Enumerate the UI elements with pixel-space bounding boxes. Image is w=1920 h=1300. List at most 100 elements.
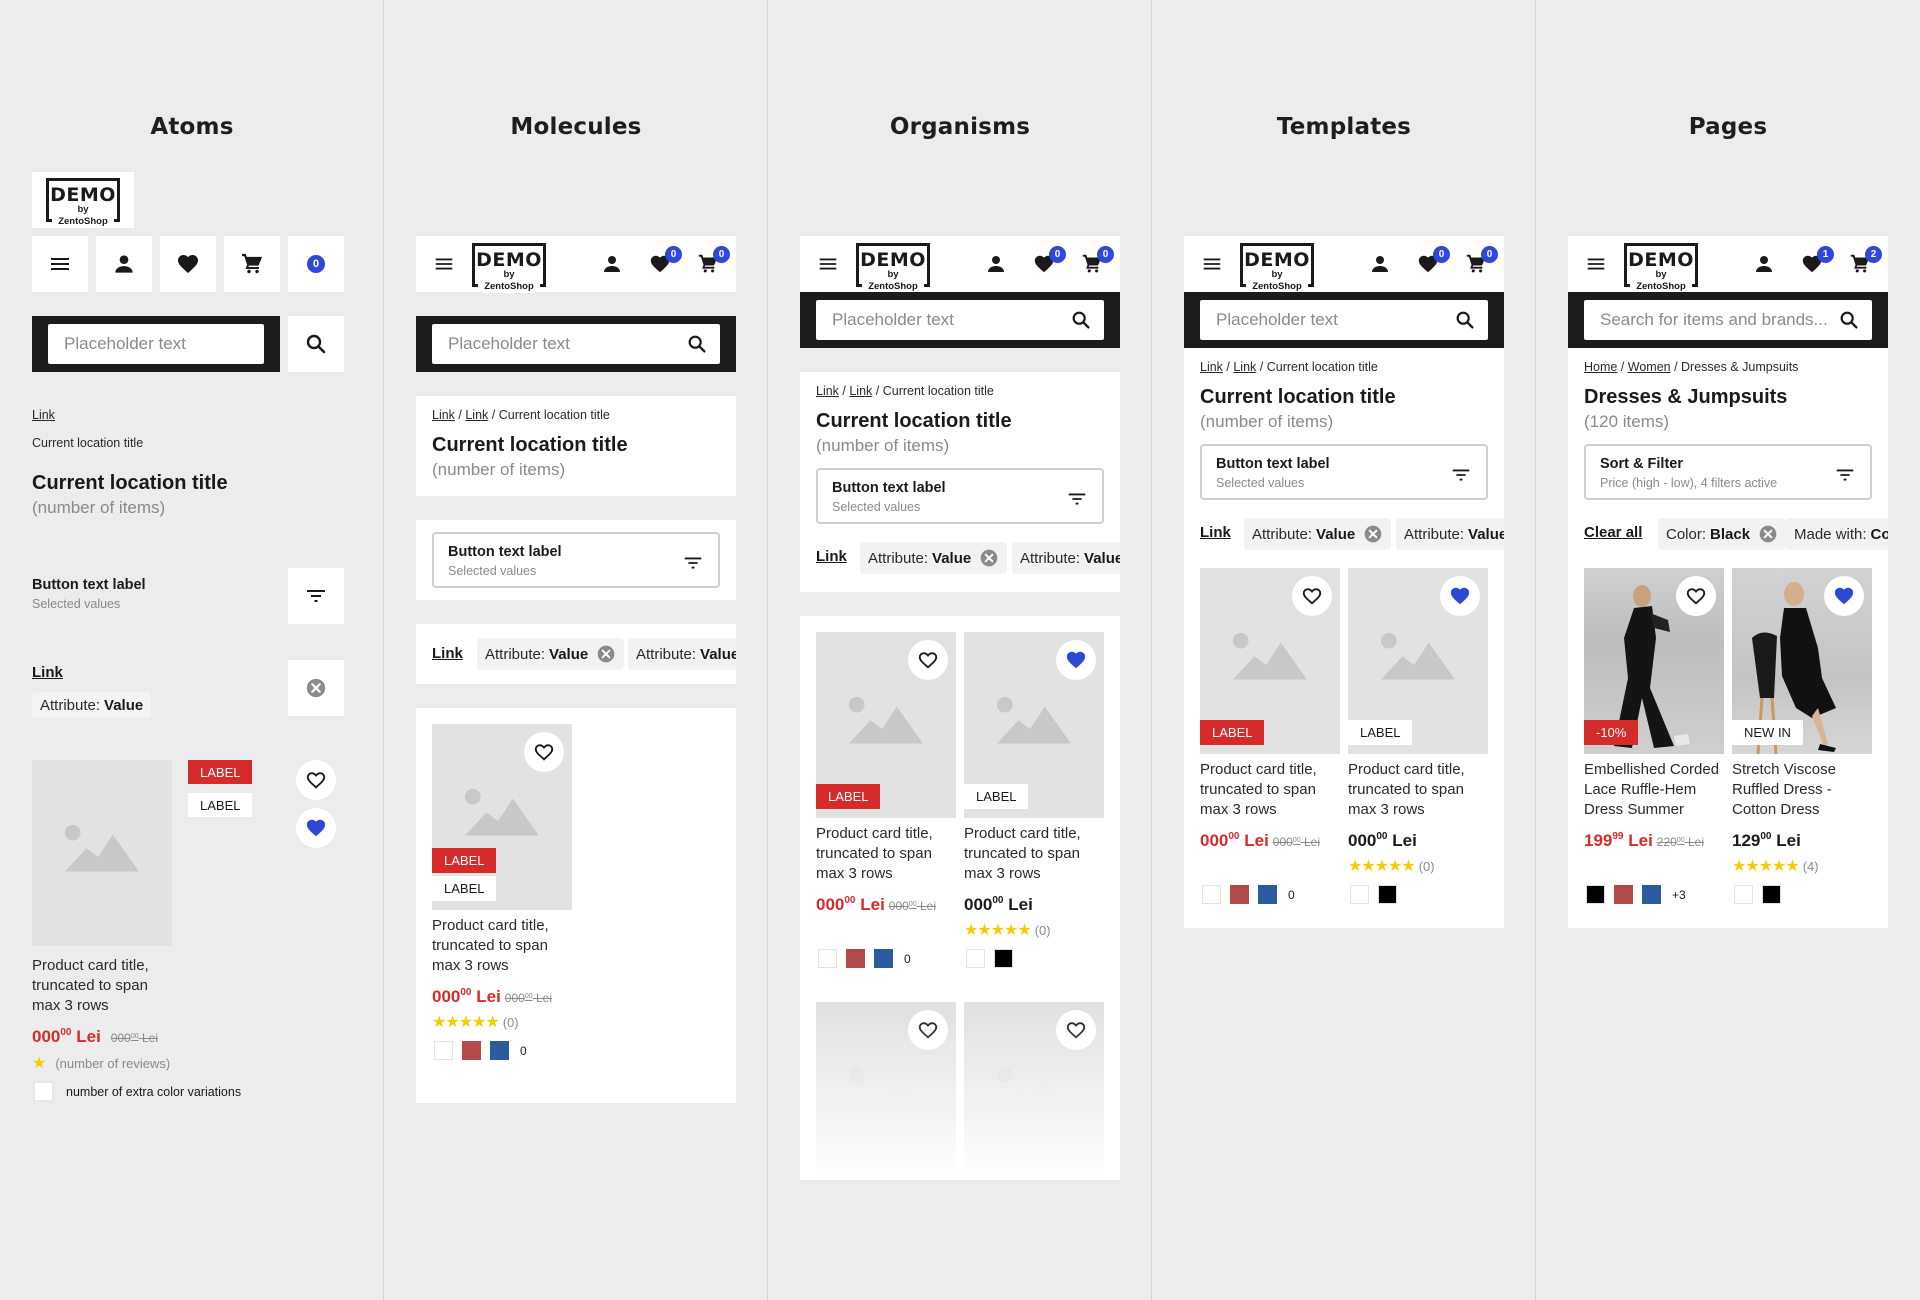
color-swatch-blue[interactable]	[874, 949, 893, 968]
atom-filter-button[interactable]	[288, 568, 344, 624]
breadcrumb-link-home[interactable]: Home	[1584, 360, 1617, 374]
breadcrumb-link-women[interactable]: Women	[1628, 360, 1671, 374]
logo[interactable]: DEMO by ZentoShop	[472, 243, 546, 293]
color-swatch-black[interactable]	[1378, 885, 1397, 904]
logo[interactable]: DEMO by ZentoShop	[1240, 243, 1314, 293]
wishlist-button[interactable]: 0	[1414, 246, 1450, 278]
search-input[interactable]: Placeholder text	[48, 324, 264, 364]
color-swatch-white[interactable]	[1350, 885, 1369, 904]
cart-button[interactable]: 0	[694, 246, 730, 278]
clear-link[interactable]: Link	[816, 548, 847, 565]
atom-wishlist-button[interactable]	[160, 236, 216, 292]
filter-button[interactable]: Button text label Selected values	[1200, 444, 1488, 500]
favorite-button-active[interactable]	[1824, 576, 1864, 616]
atom-cart-button[interactable]	[224, 236, 280, 292]
attribute-chip[interactable]: Attribute: Value	[860, 542, 1008, 574]
color-swatch-red[interactable]	[462, 1041, 481, 1060]
account-button[interactable]	[1366, 250, 1394, 278]
product-title[interactable]: Product card title, truncated to span ma…	[816, 824, 956, 884]
filter-button[interactable]: Button text label Selected values	[432, 532, 720, 588]
color-swatch-black[interactable]	[1586, 885, 1605, 904]
atom-color-swatch[interactable]	[33, 1081, 54, 1102]
search-input[interactable]: Placeholder text	[432, 324, 720, 364]
attribute-chip[interactable]: Attribute: Value	[1244, 518, 1392, 550]
clear-link[interactable]: Link	[1200, 524, 1231, 541]
logo[interactable]: DEMO by ZentoShop	[856, 243, 930, 293]
search-input[interactable]: Placeholder text	[816, 300, 1104, 340]
cart-button[interactable]: 2	[1846, 246, 1882, 278]
attribute-chip[interactable]: Attribute: Value	[1396, 518, 1504, 550]
filter-chip-material[interactable]: Made with:Cotton	[1786, 518, 1888, 550]
cart-button[interactable]: 0	[1462, 246, 1498, 278]
product-title[interactable]: Product card title, truncated to span ma…	[1348, 760, 1488, 820]
account-button[interactable]	[598, 250, 626, 278]
search-icon[interactable]	[1838, 309, 1860, 331]
color-swatch-red[interactable]	[1614, 885, 1633, 904]
atom-favorited-button[interactable]	[296, 808, 336, 848]
close-circle-icon[interactable]	[979, 548, 999, 568]
attribute-chip[interactable]: Attribute: Value	[1012, 542, 1120, 574]
cart-button[interactable]: 0	[1078, 246, 1114, 278]
clear-all-link[interactable]: Clear all	[1584, 524, 1642, 541]
breadcrumb-link[interactable]: Link	[849, 384, 872, 398]
atom-link-bold[interactable]: Link	[32, 664, 63, 681]
color-swatch-white[interactable]	[434, 1041, 453, 1060]
color-swatch-black[interactable]	[994, 949, 1013, 968]
atom-menu-button[interactable]	[32, 236, 88, 292]
color-swatch-blue[interactable]	[1642, 885, 1661, 904]
attribute-chip[interactable]: Attribute: Value	[477, 638, 625, 670]
account-button[interactable]	[1750, 250, 1778, 278]
clear-link[interactable]: Link	[432, 645, 463, 662]
menu-button[interactable]	[430, 250, 458, 278]
menu-button[interactable]	[1198, 250, 1226, 278]
color-swatch-blue[interactable]	[1258, 885, 1277, 904]
wishlist-button[interactable]: 0	[646, 246, 682, 278]
atom-favorite-button[interactable]	[296, 760, 336, 800]
wishlist-button[interactable]: 0	[1030, 246, 1066, 278]
logo[interactable]: DEMO by ZentoShop	[1624, 243, 1698, 293]
atom-logo[interactable]: DEMO by ZentoShop	[32, 172, 134, 228]
menu-button[interactable]	[814, 250, 842, 278]
breadcrumb-link[interactable]: Link	[1233, 360, 1256, 374]
breadcrumb-link[interactable]: Link	[1200, 360, 1223, 374]
menu-button[interactable]	[1582, 250, 1610, 278]
atom-attribute-chip[interactable]: Attribute: Value	[32, 692, 152, 718]
favorite-button[interactable]	[1292, 576, 1332, 616]
search-input[interactable]: Placeholder text	[1200, 300, 1488, 340]
wishlist-button[interactable]: 1	[1798, 246, 1834, 278]
color-swatch-black[interactable]	[1762, 885, 1781, 904]
product-title[interactable]: Stretch Viscose Ruffled Dress - Cotton D…	[1732, 760, 1872, 820]
breadcrumb-link[interactable]: Link	[816, 384, 839, 398]
atom-remove-button[interactable]	[288, 660, 344, 716]
breadcrumb-link[interactable]: Link	[432, 408, 455, 422]
favorite-button[interactable]	[524, 732, 564, 772]
favorite-button[interactable]	[1676, 576, 1716, 616]
search-icon[interactable]	[686, 333, 708, 355]
breadcrumb-link[interactable]: Link	[465, 408, 488, 422]
atom-link[interactable]: Link	[32, 408, 55, 422]
search-icon[interactable]	[1454, 309, 1476, 331]
close-circle-icon[interactable]	[596, 644, 616, 664]
close-circle-icon[interactable]	[1758, 524, 1778, 544]
product-title[interactable]: Product card title, truncated to span ma…	[432, 916, 572, 976]
account-button[interactable]	[982, 250, 1010, 278]
attribute-chip[interactable]: Attribute: Value	[628, 638, 736, 670]
sort-filter-button[interactable]: Sort & Filter Price (high - low), 4 filte…	[1584, 444, 1872, 500]
color-swatch-white[interactable]	[966, 949, 985, 968]
atom-search-button[interactable]	[288, 316, 344, 372]
favorite-button-active[interactable]	[1440, 576, 1480, 616]
search-input[interactable]: Search for items and brands...	[1584, 300, 1872, 340]
close-circle-icon[interactable]	[1363, 524, 1383, 544]
color-swatch-white[interactable]	[1202, 885, 1221, 904]
color-swatch-red[interactable]	[1230, 885, 1249, 904]
color-swatch-red[interactable]	[846, 949, 865, 968]
filter-chip-color[interactable]: Color: Black	[1658, 518, 1787, 550]
favorite-button-active[interactable]	[1056, 640, 1096, 680]
color-swatch-white[interactable]	[1734, 885, 1753, 904]
color-swatch-blue[interactable]	[490, 1041, 509, 1060]
product-title[interactable]: Product card title, truncated to span ma…	[964, 824, 1104, 884]
color-swatch-white[interactable]	[818, 949, 837, 968]
product-title[interactable]: Product card title, truncated to span ma…	[1200, 760, 1340, 820]
atom-account-button[interactable]	[96, 236, 152, 292]
filter-button[interactable]: Button text label Selected values	[816, 468, 1104, 524]
